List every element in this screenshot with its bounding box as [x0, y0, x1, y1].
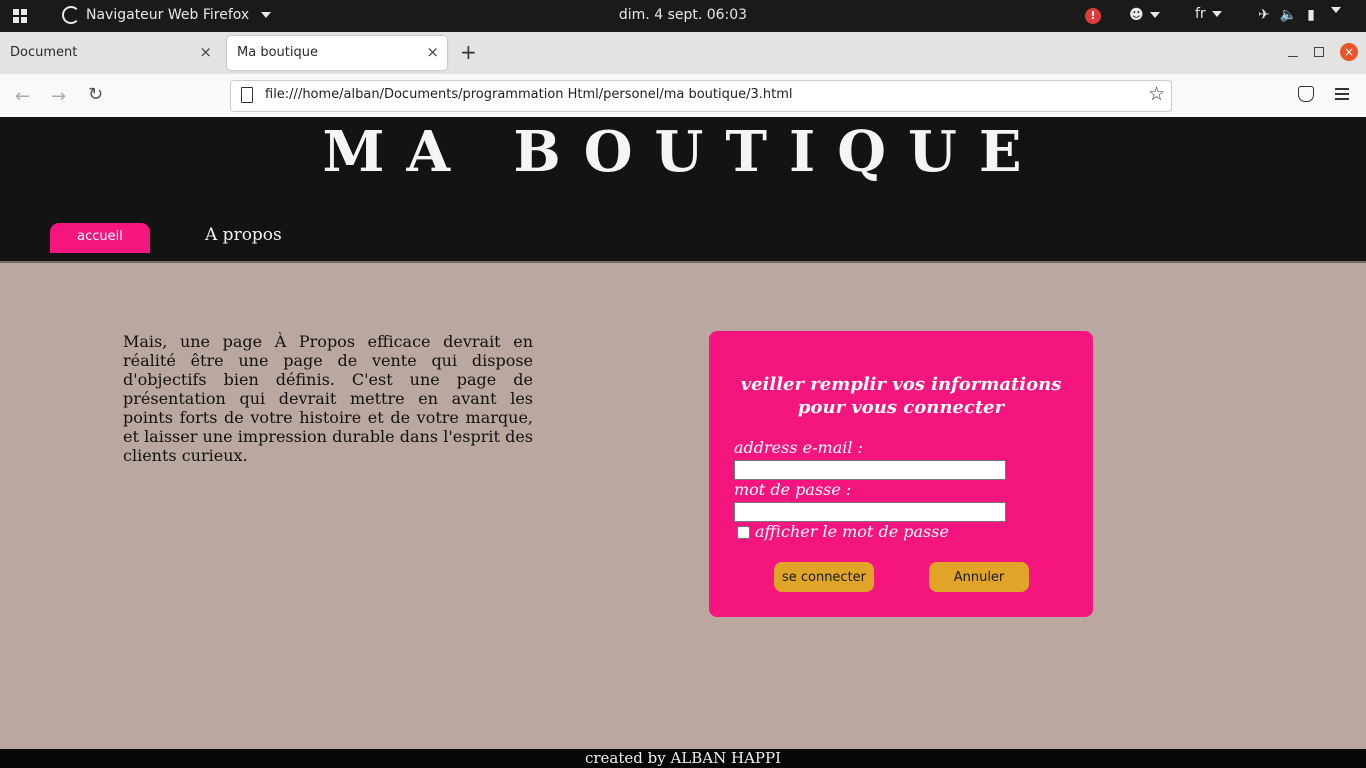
site-title: MA BOUTIQUE	[322, 119, 1044, 185]
alert-icon[interactable]: !	[1085, 8, 1101, 24]
close-tab-icon[interactable]: ×	[426, 43, 439, 61]
page-icon	[241, 87, 253, 103]
url-bar[interactable]: file:///home/alban/Documents/programmati…	[230, 80, 1172, 112]
clock[interactable]: dim. 4 sept. 06:03	[0, 7, 1366, 23]
tab-document[interactable]: Document ×	[0, 36, 220, 70]
system-tray[interactable]: ✈ 🔈 ▮	[1258, 7, 1341, 23]
forward-arrow-icon[interactable]: →	[51, 86, 66, 107]
tab-ma-boutique[interactable]: Ma boutique ×	[227, 36, 447, 70]
window-controls: ×	[1288, 43, 1358, 61]
login-form: veiller remplir vos informations pour vo…	[709, 331, 1093, 617]
about-paragraph: Mais, une page À Propos efficace devrait…	[123, 332, 533, 465]
language-selector[interactable]: fr	[1195, 6, 1222, 22]
nav-accueil[interactable]: accueil	[50, 223, 150, 253]
login-title: veiller remplir vos informations pour vo…	[740, 374, 1062, 418]
chevron-down-icon	[1330, 7, 1341, 13]
chevron-down-icon	[1149, 12, 1160, 18]
maximize-icon[interactable]	[1314, 47, 1324, 57]
cancel-button[interactable]: Annuler	[929, 562, 1029, 592]
site-header: MA BOUTIQUE accueil A propos	[0, 117, 1366, 261]
close-tab-icon[interactable]: ×	[199, 43, 212, 61]
header-divider	[0, 261, 1366, 263]
tab-strip: Document × Ma boutique × + ×	[0, 32, 1366, 74]
email-field[interactable]	[734, 460, 1006, 480]
connect-button[interactable]: se connecter	[774, 562, 874, 592]
password-field[interactable]	[734, 502, 1006, 522]
show-password-label[interactable]: afficher le mot de passe	[755, 522, 949, 541]
system-panel: Navigateur Web Firefox dim. 4 sept. 06:0…	[0, 0, 1366, 32]
navigation-toolbar: ← → ↻ file:///home/alban/Documents/progr…	[0, 74, 1366, 118]
bookmark-star-icon[interactable]: ☆	[1148, 83, 1165, 105]
url-text[interactable]: file:///home/alban/Documents/programmati…	[265, 87, 793, 102]
battery-icon: ▮	[1307, 7, 1315, 23]
email-label: address e-mail :	[734, 438, 863, 457]
hamburger-menu-icon[interactable]	[1335, 88, 1349, 103]
back-arrow-icon[interactable]: ←	[15, 86, 30, 107]
tab-label: Document	[10, 45, 78, 60]
volume-icon: 🔈	[1279, 7, 1298, 23]
chevron-down-icon	[1211, 11, 1222, 17]
pocket-icon[interactable]	[1298, 86, 1314, 102]
minimize-icon[interactable]	[1288, 55, 1298, 57]
show-password-checkbox[interactable]	[737, 526, 750, 539]
password-label: mot de passe :	[734, 480, 852, 499]
accessibility-menu[interactable]: ☻	[1129, 7, 1160, 23]
airplane-icon: ✈	[1258, 7, 1270, 23]
new-tab-icon[interactable]: +	[460, 40, 477, 64]
tab-label: Ma boutique	[237, 45, 318, 60]
reload-icon[interactable]: ↻	[88, 84, 103, 105]
nav-a-propos[interactable]: A propos	[205, 225, 282, 245]
close-window-icon[interactable]: ×	[1340, 43, 1358, 61]
footer-credit: created by ALBAN HAPPI	[0, 749, 1366, 768]
language-label: fr	[1195, 6, 1206, 22]
accessibility-icon: ☻	[1129, 7, 1144, 23]
